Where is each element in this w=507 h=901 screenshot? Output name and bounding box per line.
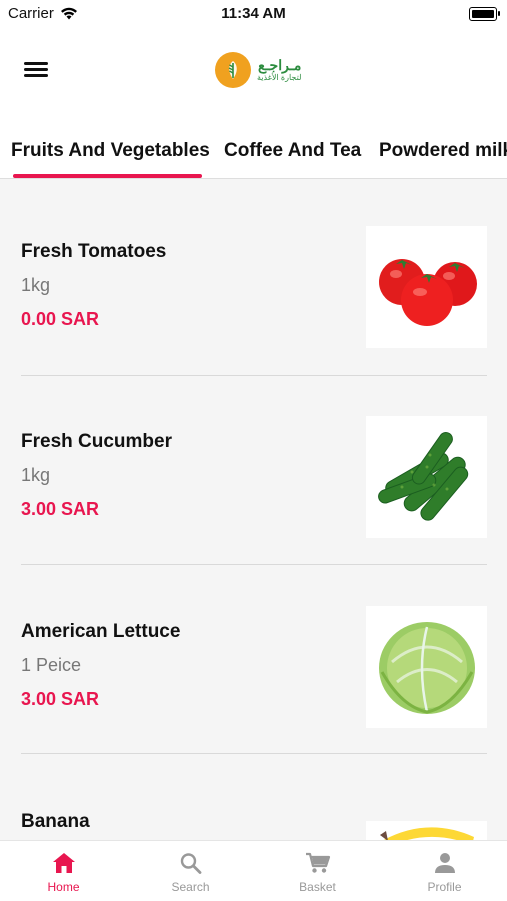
nav-home-label: Home xyxy=(47,880,80,894)
product-unit: 1 Peice xyxy=(21,655,82,675)
status-bar: Carrier 11:34 AM xyxy=(0,0,507,30)
tab-fruits-and-vegetables[interactable]: Fruits And Vegetables xyxy=(11,140,210,162)
nav-search-label: Search xyxy=(171,880,210,894)
product-name: Fresh Tomatoes xyxy=(21,241,167,262)
nav-home[interactable]: Home xyxy=(0,841,127,901)
product-image-cucumbers xyxy=(366,416,487,538)
product-price: 3.00 SAR xyxy=(21,499,100,519)
product-item[interactable]: American Lettuce 1 Peice 3.00 SAR xyxy=(0,557,507,746)
product-unit: 1kg xyxy=(21,275,51,295)
active-tab-indicator xyxy=(13,174,202,178)
nav-basket-label: Basket xyxy=(299,880,336,894)
product-name: American Lettuce xyxy=(21,621,181,642)
product-name: Fresh Cucumber xyxy=(21,431,172,452)
logo-text-line1: مـراجـع xyxy=(258,57,302,73)
bottom-nav: Home Search Basket Profile xyxy=(0,840,507,901)
profile-icon xyxy=(434,853,455,873)
product-image-banana xyxy=(366,821,487,840)
category-tabs: Fruits And Vegetables Coffee And Tea Pow… xyxy=(0,120,507,179)
product-item[interactable]: Fresh Tomatoes 1kg 0.00 SAR xyxy=(0,179,507,368)
nav-basket[interactable]: Basket xyxy=(254,841,381,901)
app-header: مـراجـع لتجارة الأغذية xyxy=(0,30,507,120)
product-name: Banana xyxy=(21,811,90,832)
nav-search[interactable]: Search xyxy=(127,841,254,901)
home-icon xyxy=(52,853,75,873)
product-image-lettuce xyxy=(366,606,487,728)
cart-icon xyxy=(305,852,330,873)
tab-powdered-milk[interactable]: Powdered milk xyxy=(379,140,507,162)
product-price: 3.00 SAR xyxy=(21,689,100,709)
menu-icon xyxy=(24,62,48,65)
nav-profile[interactable]: Profile xyxy=(381,841,507,901)
logo-text-line2: لتجارة الأغذية xyxy=(257,73,302,82)
product-unit: 1kg xyxy=(21,465,51,485)
clock: 11:34 AM xyxy=(221,5,286,22)
product-price: 0.00 SAR xyxy=(21,309,100,329)
nav-profile-label: Profile xyxy=(427,880,462,894)
logo-emblem-icon xyxy=(215,52,251,88)
product-image-tomatoes xyxy=(366,226,487,348)
product-item[interactable]: Banana xyxy=(0,746,507,840)
battery-icon xyxy=(469,7,500,21)
menu-button[interactable] xyxy=(24,60,48,80)
product-list[interactable]: Fresh Tomatoes 1kg 0.00 SAR Fresh Cucumb… xyxy=(0,179,507,840)
product-item[interactable]: Fresh Cucumber 1kg 3.00 SAR xyxy=(0,368,507,557)
search-icon xyxy=(180,853,201,874)
brand-logo: مـراجـع لتجارة الأغذية xyxy=(215,52,301,88)
tab-coffee-and-tea[interactable]: Coffee And Tea xyxy=(224,140,361,162)
